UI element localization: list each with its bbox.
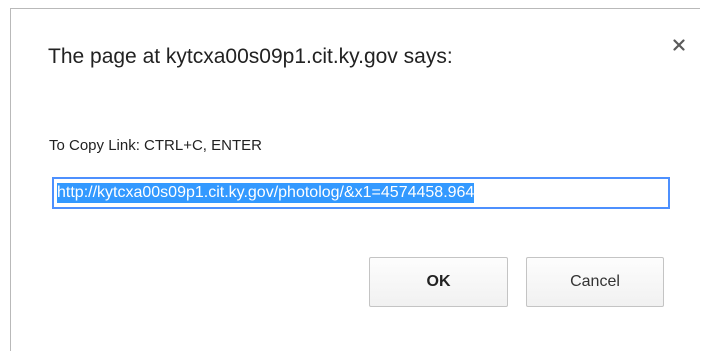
url-input[interactable]: http://kytcxa00s09p1.cit.ky.gov/photolog… — [52, 177, 670, 209]
close-icon — [673, 39, 685, 51]
ok-button[interactable]: OK — [369, 257, 508, 307]
alert-dialog: The page at kytcxa00s09p1.cit.ky.gov say… — [10, 8, 700, 351]
close-button[interactable] — [667, 33, 691, 57]
url-input-selected-text[interactable]: http://kytcxa00s09p1.cit.ky.gov/photolog… — [57, 183, 475, 203]
dialog-title: The page at kytcxa00s09p1.cit.ky.gov say… — [48, 45, 453, 68]
cancel-button[interactable]: Cancel — [526, 257, 664, 307]
prompt-message: To Copy Link: CTRL+C, ENTER — [49, 137, 262, 154]
